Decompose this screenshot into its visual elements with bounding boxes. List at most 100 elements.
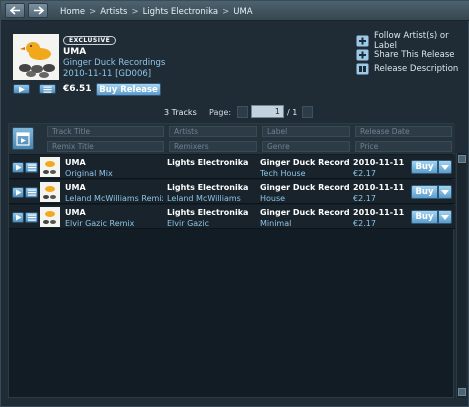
- chevron-down-icon: [441, 214, 449, 220]
- track-date: 2010-11-11: [353, 158, 405, 167]
- page-total: / 1: [287, 108, 298, 117]
- scroll-down-button[interactable]: [458, 388, 466, 396]
- track-title[interactable]: UMA: [65, 157, 163, 168]
- share-action[interactable]: Share This Release: [356, 49, 455, 61]
- remix-title[interactable]: Original Mix: [65, 168, 163, 179]
- play-icon: [15, 214, 21, 221]
- next-page-button[interactable]: [302, 106, 313, 118]
- track-list-header: Track Title Artists Label Release Date R…: [9, 124, 455, 154]
- release-price: €6.51: [63, 84, 92, 94]
- play-icon: [15, 164, 21, 171]
- buy-options-button[interactable]: [438, 160, 452, 174]
- prev-page-button[interactable]: [237, 106, 248, 118]
- breadcrumb-separator: >: [89, 6, 97, 17]
- track-remixer[interactable]: Leland McWilliams: [167, 193, 257, 204]
- play-all-icon: [16, 131, 30, 146]
- add-release-to-queue-button[interactable]: [39, 84, 56, 94]
- track-row[interactable]: UMA Elvir Gazic Remix Lights Electronika E…: [9, 205, 455, 229]
- buy-track-button[interactable]: Buy: [411, 160, 438, 174]
- page-number-input[interactable]: [251, 105, 284, 118]
- description-action[interactable]: Release Description: [356, 63, 458, 75]
- arrow-right-icon: [33, 6, 44, 15]
- breadcrumb: Home > Artists > Lights Electronika > UM…: [60, 5, 253, 18]
- track-label[interactable]: Ginger Duck Recordings: [260, 182, 350, 193]
- store-window: Home > Artists > Lights Electronika > UM…: [0, 0, 469, 407]
- buy-track-button[interactable]: Buy: [411, 210, 438, 224]
- track-title[interactable]: UMA: [65, 182, 163, 193]
- play-icon: [19, 86, 25, 92]
- list-icon: [27, 164, 36, 171]
- filter-genre[interactable]: Genre: [262, 141, 350, 152]
- filter-remixers[interactable]: Remixers: [169, 141, 257, 152]
- list-icon: [27, 214, 36, 221]
- track-price: €2.17: [353, 194, 376, 203]
- follow-plus-icon: [356, 35, 369, 47]
- track-remixer[interactable]: [167, 168, 257, 179]
- queue-track-button[interactable]: [25, 212, 38, 223]
- preview-release-button[interactable]: [13, 84, 30, 94]
- buy-track-button[interactable]: Buy: [411, 185, 438, 199]
- play-track-button[interactable]: [12, 162, 24, 173]
- top-nav-bar: Home > Artists > Lights Electronika > UM…: [1, 1, 469, 21]
- track-list: Track Title Artists Label Release Date R…: [8, 123, 455, 398]
- scroll-up-button[interactable]: [458, 155, 466, 163]
- track-label[interactable]: Ginger Duck Recordings: [260, 157, 350, 168]
- exclusive-badge: EXCLUSIVE: [63, 36, 117, 45]
- list-icon: [27, 189, 36, 196]
- track-price: €2.17: [353, 169, 376, 178]
- queue-track-button[interactable]: [25, 187, 38, 198]
- release-date-catalog: 2010-11-11 [GD006]: [63, 69, 152, 79]
- breadcrumb-artist[interactable]: Lights Electronika: [143, 7, 219, 17]
- track-label[interactable]: Ginger Duck Recordings: [260, 207, 350, 218]
- chevron-down-icon: [441, 164, 449, 170]
- release-cover-art[interactable]: [13, 34, 59, 80]
- filter-track-title[interactable]: Track Title: [47, 126, 164, 137]
- breadcrumb-artists[interactable]: Artists: [100, 7, 127, 17]
- track-row[interactable]: UMA Leland McWilliams Remix Lights Electr…: [9, 180, 455, 204]
- back-button[interactable]: [5, 3, 25, 18]
- track-artist[interactable]: Lights Electronika: [167, 207, 257, 218]
- track-thumbnail[interactable]: [40, 182, 60, 202]
- filter-remix-title[interactable]: Remix Title: [47, 141, 164, 152]
- share-label: Share This Release: [374, 50, 455, 60]
- buy-options-button[interactable]: [438, 185, 452, 199]
- breadcrumb-separator: >: [222, 6, 230, 17]
- track-thumbnail[interactable]: [40, 207, 60, 227]
- breadcrumb-home[interactable]: Home: [60, 7, 85, 17]
- track-list-scrollbar[interactable]: [456, 153, 466, 398]
- play-track-button[interactable]: [12, 212, 24, 223]
- filter-release-date[interactable]: Release Date: [355, 126, 452, 137]
- remix-title[interactable]: Leland McWilliams Remix: [65, 193, 163, 204]
- track-genre[interactable]: Minimal: [260, 218, 350, 229]
- play-all-button[interactable]: [12, 127, 34, 150]
- queue-track-button[interactable]: [25, 162, 38, 173]
- forward-button[interactable]: [28, 3, 48, 18]
- chevron-down-icon: [441, 189, 449, 195]
- track-artist[interactable]: Lights Electronika: [167, 157, 257, 168]
- filter-artists[interactable]: Artists: [169, 126, 257, 137]
- share-plus-icon: [356, 49, 369, 61]
- track-row[interactable]: UMA Original Mix Lights Electronika Ginge…: [9, 155, 455, 179]
- buy-options-button[interactable]: [438, 210, 452, 224]
- remix-title[interactable]: Elvir Gazic Remix: [65, 218, 163, 229]
- follow-action[interactable]: Follow Artist(s) or Label: [356, 31, 468, 51]
- track-genre[interactable]: House: [260, 193, 350, 204]
- play-track-button[interactable]: [12, 187, 24, 198]
- duck-artwork-icon: [13, 34, 59, 80]
- track-price: €2.17: [353, 219, 376, 228]
- book-icon: [356, 63, 369, 75]
- release-title: UMA: [63, 47, 87, 57]
- track-date: 2010-11-11: [353, 208, 405, 217]
- filter-price[interactable]: Price: [355, 141, 452, 152]
- track-remixer[interactable]: Elvir Gazic: [167, 218, 257, 229]
- release-label-link[interactable]: Ginger Duck Recordings: [63, 58, 165, 68]
- filter-label[interactable]: Label: [262, 126, 350, 137]
- breadcrumb-separator: >: [131, 6, 139, 17]
- track-thumbnail[interactable]: [40, 157, 60, 177]
- track-title[interactable]: UMA: [65, 207, 163, 218]
- page-label: Page:: [209, 108, 232, 117]
- track-date: 2010-11-11: [353, 183, 405, 192]
- buy-release-button[interactable]: Buy Release: [96, 83, 161, 96]
- track-genre[interactable]: Tech House: [260, 168, 350, 179]
- track-artist[interactable]: Lights Electronika: [167, 182, 257, 193]
